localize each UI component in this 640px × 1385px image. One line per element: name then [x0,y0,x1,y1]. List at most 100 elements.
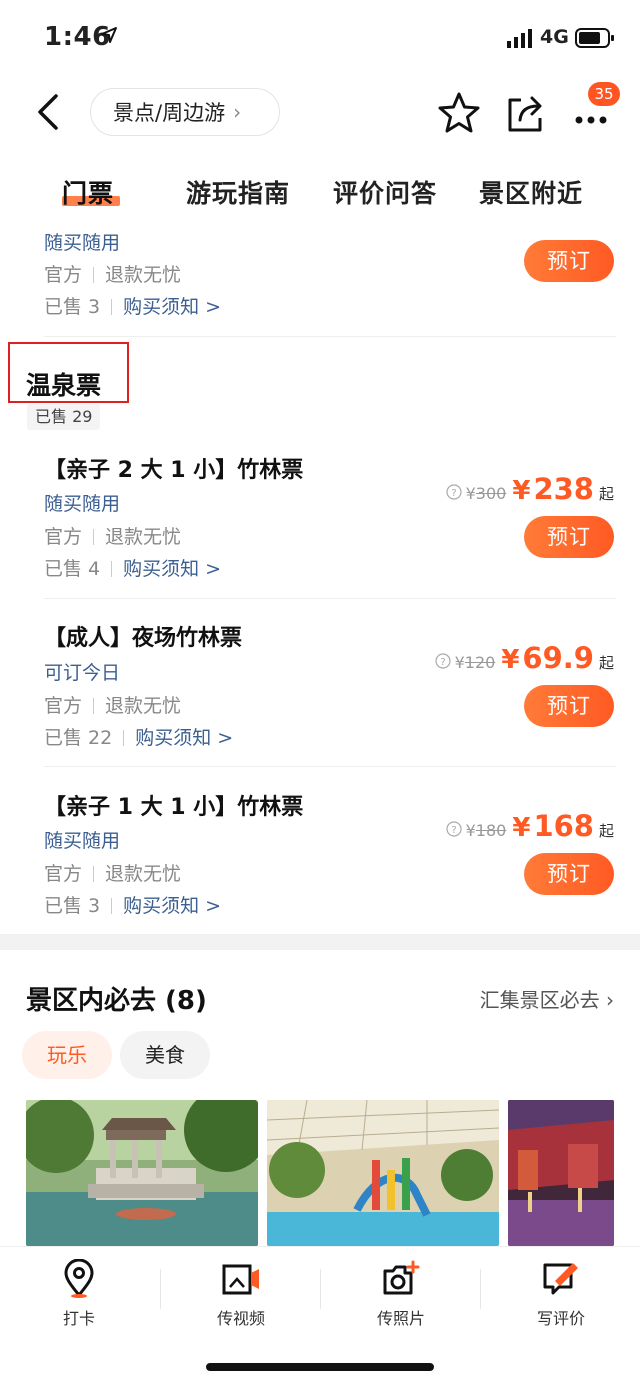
separator [93,698,95,714]
divider [44,766,616,767]
current-price: ¥238 [512,472,594,506]
write-review-label: 写评价 [536,1309,585,1328]
book-button[interactable]: 预订 [524,685,614,727]
tab-tickets[interactable]: 门票 [62,174,114,210]
sold-count: 已售 3 [44,895,101,917]
ticket-meta: 官方 退款无忧 [44,522,181,549]
separator [93,529,95,545]
upload-photo-button[interactable]: 传照片 [336,1259,466,1329]
share-icon[interactable] [503,88,547,136]
tab-reviews[interactable]: 评价问答 [333,174,437,210]
bottom-action-bar: 打卡 传视频 传照片 写评价 [0,1246,640,1385]
refund-label: 退款无忧 [105,863,182,885]
divider [44,336,616,337]
breadcrumb-label: 景点/周边游 [113,101,226,125]
ticket-tag: 随买随用 [44,493,121,515]
divider [44,598,616,599]
ticket-tag: 随买随用 [44,830,121,852]
video-upload-icon [222,1264,259,1295]
book-button[interactable]: 预订 [524,240,614,282]
back-icon[interactable] [30,88,70,136]
price-area: ? ¥120 ¥69.9 起 [434,641,614,675]
yen-symbol: ¥ [512,476,531,506]
book-button[interactable]: 预订 [524,853,614,895]
chevron-right-icon: › [233,100,242,124]
nav-bar: 景点/周边游 › 35 [0,78,640,148]
ticket-sold-row: 已售 22 购买须知 > [44,723,233,750]
price-area: ? ¥180 ¥168 起 [446,809,614,843]
must-visit-link[interactable]: 汇集景区必去 › [480,984,614,1013]
ticket-tag: 可订今日 [44,662,121,684]
location-arrow-icon [101,27,117,43]
status-bar: 1:46 4G [0,0,640,78]
purchase-notice-link[interactable]: 购买须知 > [123,895,221,917]
original-price-value: 300 [475,484,507,503]
tab-guide[interactable]: 游玩指南 [186,174,290,210]
original-price-value: 180 [475,821,507,840]
edit-review-icon [543,1263,578,1295]
help-icon[interactable]: ? [434,653,451,669]
separator [320,1269,321,1309]
original-price: ¥180 [466,821,507,840]
ticket-title: 【成人】夜场竹林票 [44,626,243,651]
separator [160,1269,161,1309]
yen-symbol: ¥ [454,653,465,672]
separator [123,730,125,746]
attraction-photo-pavilion[interactable] [26,1100,258,1246]
price-area: ? ¥300 ¥238 起 [446,472,614,506]
purchase-notice-link[interactable]: 购买须知 > [123,296,221,318]
section-title: 温泉票 [26,371,102,400]
camera-add-icon [383,1260,420,1295]
section-separator-band [0,934,640,950]
original-price-value: 120 [464,653,496,672]
sold-count: 已售 22 [44,727,113,749]
yen-symbol: ¥ [465,821,476,840]
location-pin-icon [64,1259,94,1298]
chip-play[interactable]: 玩乐 [22,1031,112,1079]
favorite-star-icon[interactable] [436,90,482,136]
tab-nearby[interactable]: 景区附近 [479,174,583,210]
ticket-title: 【亲子 1 大 1 小】竹林票 [44,795,304,820]
separator [93,866,95,882]
help-icon[interactable]: ? [446,821,462,837]
separator [111,299,113,315]
ticket-sold-row: 已售 3 购买须知 > [44,891,221,918]
home-indicator[interactable] [206,1363,434,1371]
book-button[interactable]: 预订 [524,516,614,558]
ticket-sold-row: 已售 3 购买须知 > [44,292,221,319]
network-type: 4G [540,26,569,48]
separator [93,267,95,283]
official-label: 官方 [44,695,83,717]
battery-icon [575,28,614,48]
official-label: 官方 [44,264,83,286]
original-price: ¥300 [466,484,507,503]
ticket-sold-row: 已售 4 购买须知 > [44,554,221,581]
current-price-value: 238 [533,472,594,506]
attraction-photo-waterpark[interactable] [267,1100,499,1246]
chevron-right-icon: › [606,988,614,1012]
purchase-notice-link[interactable]: 购买须知 > [135,727,233,749]
yen-symbol: ¥ [512,813,531,843]
chip-food[interactable]: 美食 [120,1031,210,1079]
ticket-meta: 官方 退款无忧 [44,859,181,886]
sold-count: 已售 3 [44,296,101,318]
must-visit-title: 景区内必去 (8) [26,986,207,1016]
refund-label: 退款无忧 [105,695,182,717]
refund-label: 退款无忧 [105,264,182,286]
upload-video-button[interactable]: 传视频 [176,1259,306,1329]
write-review-button[interactable]: 写评价 [496,1259,626,1329]
checkin-button[interactable]: 打卡 [14,1259,144,1329]
attraction-photo-night-street[interactable] [508,1100,614,1246]
breadcrumb-button[interactable]: 景点/周边游 › [90,88,280,136]
separator [480,1269,481,1309]
refund-label: 退款无忧 [105,526,182,548]
tab-bar: 门票 游玩指南 评价问答 景区附近 [0,160,640,220]
help-icon[interactable]: ? [446,484,462,500]
cellular-signal-icon [507,29,532,48]
notification-badge: 35 [588,82,620,106]
yen-symbol: ¥ [501,645,520,675]
price-suffix: 起 [598,485,614,503]
ticket-meta: 官方 退款无忧 [44,691,181,718]
purchase-notice-link[interactable]: 购买须知 > [123,558,221,580]
official-label: 官方 [44,863,83,885]
